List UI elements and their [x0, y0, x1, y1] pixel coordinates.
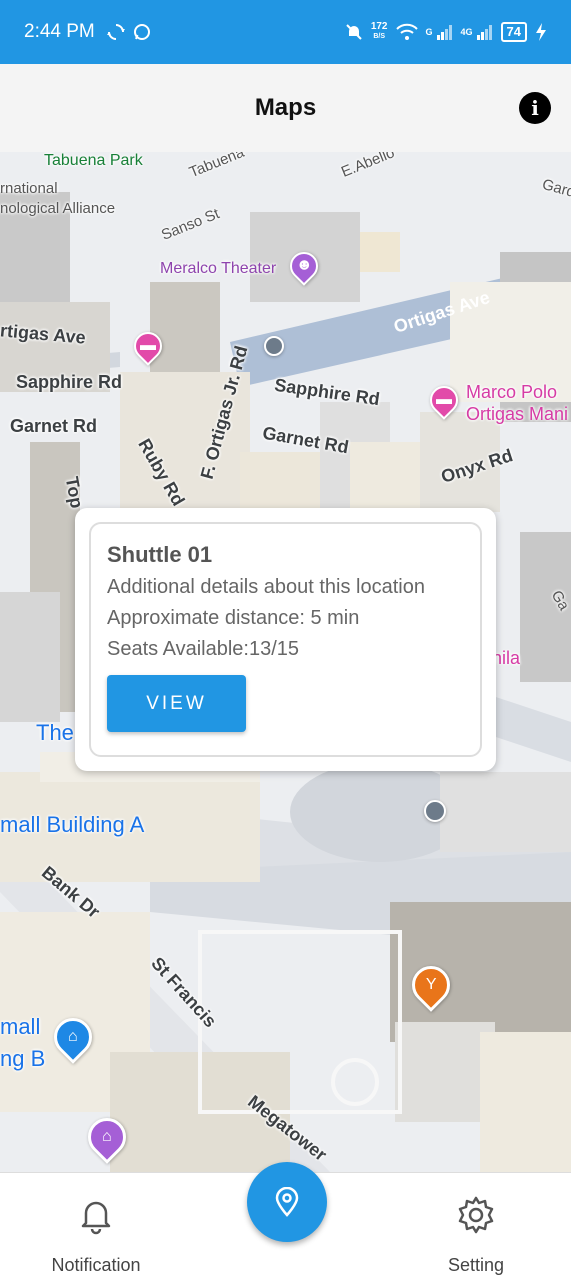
nav-notification-label: Notification — [51, 1255, 141, 1275]
shuttle-seats: Seats Available:13/15 — [107, 638, 300, 660]
map-label-meralco-theater[interactable]: Meralco Theater — [160, 260, 276, 278]
net-speed-value: 172 — [370, 21, 388, 32]
location-fab[interactable] — [247, 1162, 327, 1242]
gear-icon — [458, 1196, 494, 1234]
status-right-icons: 172 B/S G 4G 74 — [345, 22, 547, 42]
wifi-icon — [395, 23, 418, 40]
location-pin-icon — [275, 1187, 299, 1217]
map-label-marco-polo-1[interactable]: Marco Polo — [466, 382, 557, 403]
mute-icon — [346, 24, 362, 40]
sim1-label: G — [425, 27, 433, 37]
shuttle-info-card: Shuttle 01 Additional details about this… — [89, 522, 482, 757]
app-header: Maps i — [0, 64, 571, 152]
charging-icon — [536, 23, 546, 41]
bell-icon — [81, 1201, 111, 1235]
bus-stop-icon-2[interactable] — [424, 800, 446, 822]
info-icon[interactable]: i — [519, 92, 551, 124]
sim2-label: 4G — [460, 27, 473, 37]
map-label-the[interactable]: The — [36, 720, 74, 746]
shuttle-info-window: Shuttle 01 Additional details about this… — [75, 508, 496, 771]
status-bar: 2:44 PM 172 B/S G 4G 74 — [0, 0, 571, 64]
whatsapp-icon — [133, 24, 150, 40]
view-button[interactable]: VIEW — [107, 675, 246, 732]
map-label-sm-building-a[interactable]: mall Building A — [0, 812, 144, 838]
bus-stop-icon[interactable] — [264, 336, 284, 356]
signal-icon-1 — [436, 25, 452, 40]
map-label-manila: nila — [492, 648, 521, 668]
shuttle-title: Shuttle 01 — [107, 542, 213, 567]
map-label-mall-b-2[interactable]: ng B — [0, 1046, 45, 1072]
map-label-marco-polo-2[interactable]: Ortigas Mani — [466, 404, 568, 425]
map-label-garnet-rd-left: Garnet Rd — [10, 416, 98, 436]
nav-notification[interactable]: Notification — [26, 1195, 166, 1276]
nav-setting-label: Setting — [447, 1255, 505, 1275]
page-title: Maps — [254, 94, 317, 121]
map-label-intl-alliance-2: nological Alliance — [0, 200, 116, 217]
net-speed-unit: B/S — [373, 33, 385, 40]
app-root: 2:44 PM 172 B/S G 4G 74 Maps i Tabuena P… — [0, 0, 571, 1280]
net-speed: 172 B/S — [371, 22, 388, 42]
signal-icon-2 — [476, 25, 492, 40]
sync-icon — [106, 24, 125, 40]
shuttle-details: Additional details about this location — [107, 576, 425, 598]
map-label-intl-alliance-1: rnational — [0, 180, 58, 197]
map-label-sapphire-rd-left: Sapphire Rd — [16, 372, 123, 392]
status-time: 2:44 PM — [24, 21, 95, 42]
map-label-tabuena-park[interactable]: Tabuena Park — [44, 152, 143, 170]
map-label-mall-b-1[interactable]: mall — [0, 1014, 40, 1040]
battery-level: 74 — [500, 22, 527, 42]
shuttle-distance: Approximate distance: 5 min — [107, 607, 360, 629]
status-left-icons — [106, 23, 151, 41]
nav-setting[interactable]: Setting — [406, 1195, 546, 1276]
